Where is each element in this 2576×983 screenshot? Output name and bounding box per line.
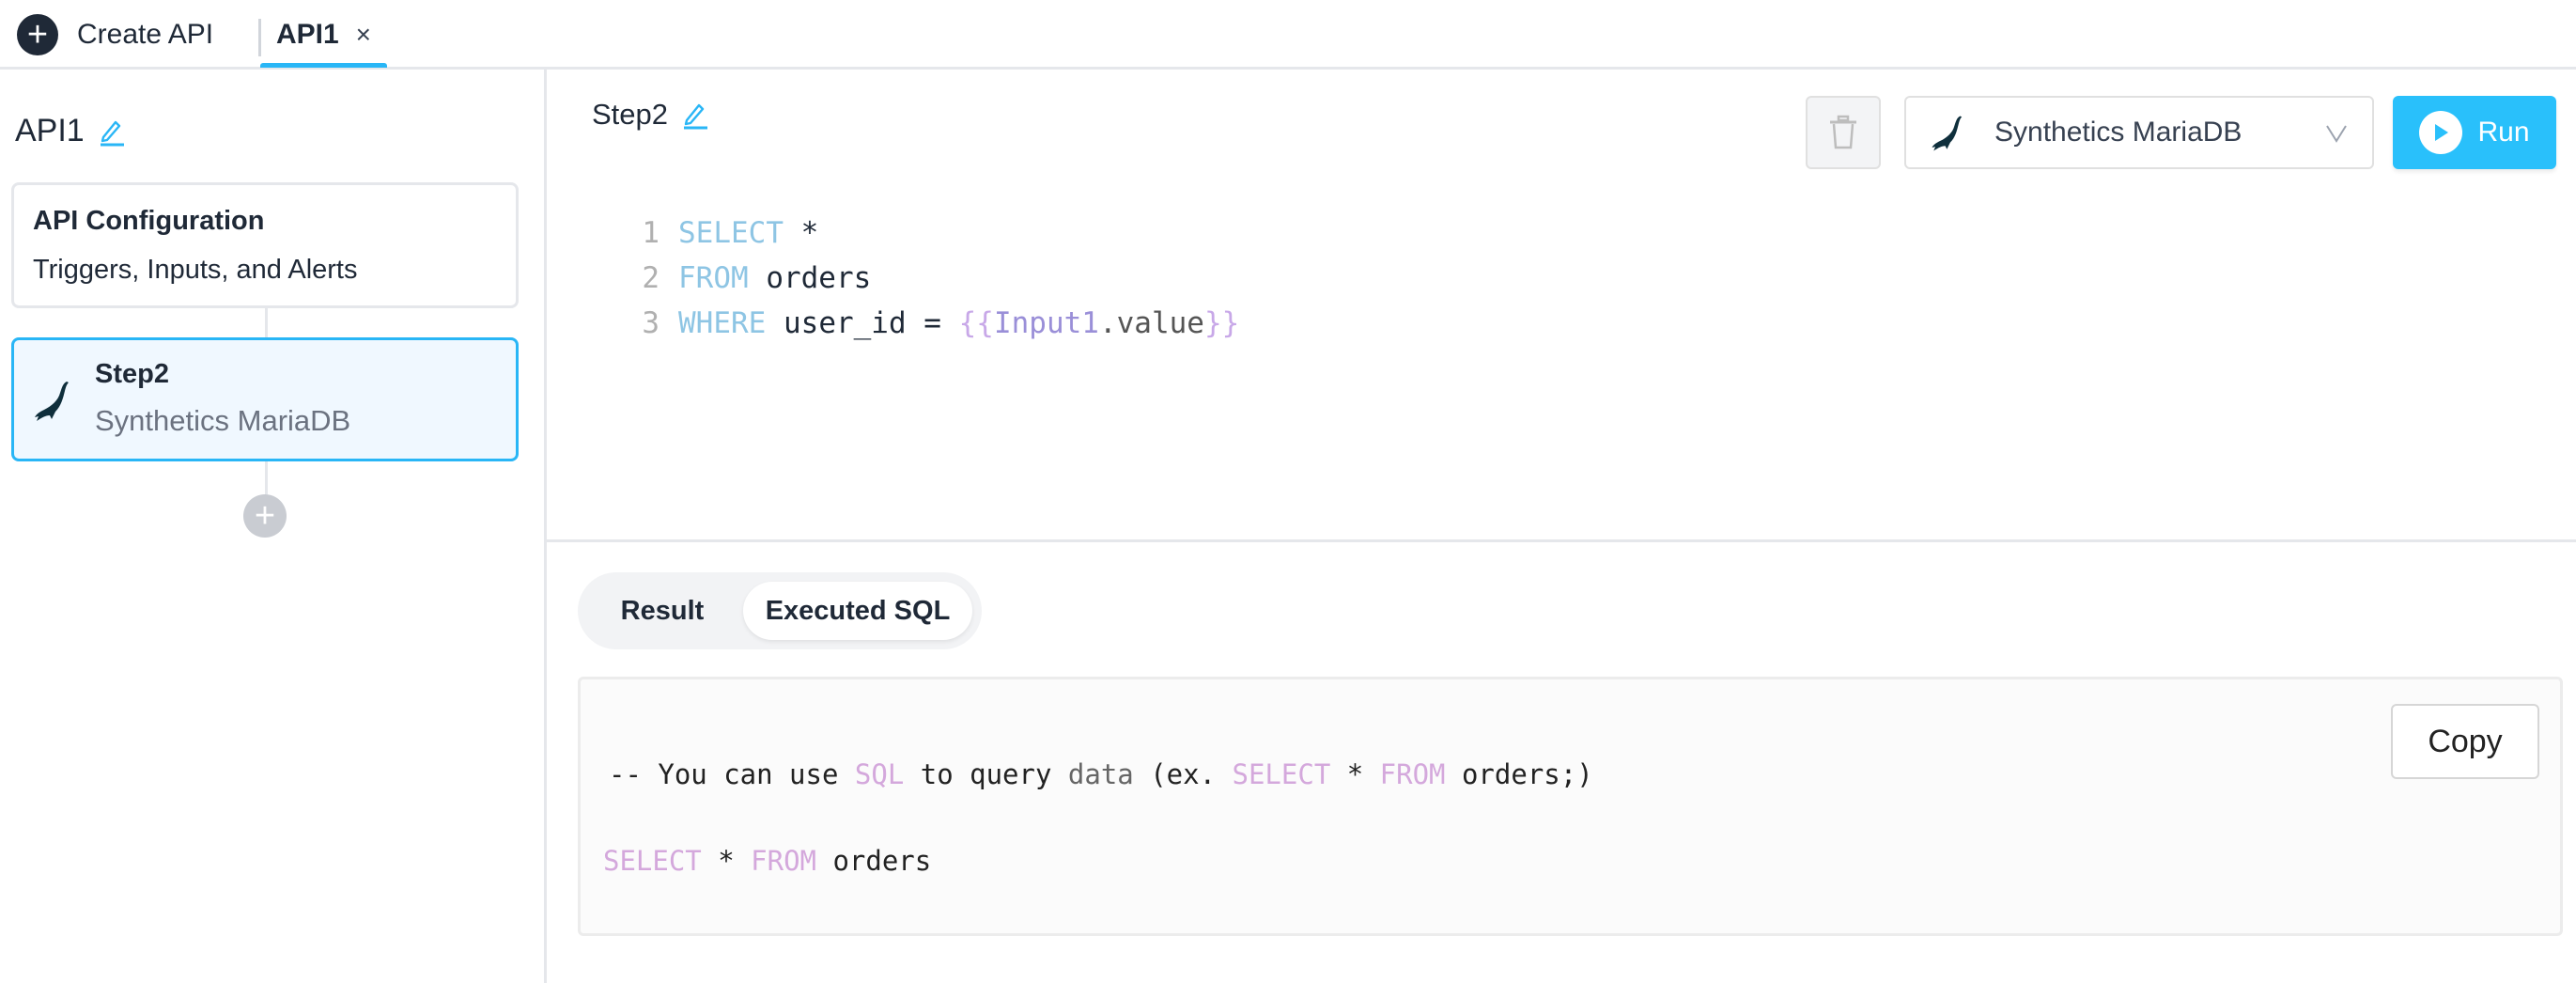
close-icon[interactable]: × <box>356 20 371 50</box>
step-connector <box>265 308 268 337</box>
copy-button[interactable]: Copy <box>2391 704 2539 779</box>
keyword: FROM <box>1379 758 1446 790</box>
sql-editor[interactable]: 1 SELECT * 2 FROM orders 3 WHERE user_id = … <box>622 211 1239 346</box>
comment-text: -- You can use <box>609 758 855 790</box>
tab-label: API1 <box>275 19 339 50</box>
trash-icon <box>1830 115 1856 149</box>
mariadb-seal-icon <box>1932 116 1963 151</box>
panel-resize-divider[interactable] <box>547 539 2576 542</box>
comment-text: * <box>1330 758 1380 790</box>
config-card-title: API Configuration <box>33 206 265 236</box>
step-title: Step2 <box>592 98 709 132</box>
keyword: SELECT <box>603 845 702 877</box>
api-configuration-card[interactable]: API Configuration Triggers, Inputs, and … <box>11 182 519 308</box>
step-card-subtitle: Synthetics MariaDB <box>95 404 351 437</box>
step-card-title: Step2 <box>95 359 169 389</box>
code-text: * <box>783 216 819 250</box>
code-text: orders <box>748 261 872 295</box>
top-bar: + Create API API1 × <box>0 0 2576 70</box>
step-connector <box>265 461 268 494</box>
edit-pencil-icon[interactable] <box>98 117 126 147</box>
create-api-label: Create API <box>77 19 214 50</box>
executed-sql-output: Copy -- You can use SQL to query data (e… <box>578 677 2563 936</box>
editor-line: 1 SELECT * <box>622 211 1239 256</box>
editor-line: 2 FROM orders <box>622 256 1239 301</box>
tab-executed-sql[interactable]: Executed SQL <box>743 582 972 640</box>
datasource-label: Synthetics MariaDB <box>1994 117 2242 148</box>
keyword: SELECT <box>678 216 784 250</box>
line-number: 2 <box>642 261 660 295</box>
tab-api1[interactable]: API1 × <box>260 0 387 70</box>
binding-variable: Input1 <box>993 306 1099 340</box>
comment-text: orders;) <box>1445 758 1593 790</box>
sidebar: API1 API Configuration Triggers, Inputs,… <box>0 70 547 983</box>
step-title-text: Step2 <box>592 98 669 131</box>
tab-result[interactable]: Result <box>587 582 737 640</box>
code-text: orders <box>816 845 932 877</box>
api-title-text: API1 <box>15 113 85 148</box>
chevron-down-icon <box>2326 125 2347 143</box>
comment-text: to query <box>904 758 1068 790</box>
delete-step-button[interactable] <box>1806 96 1881 169</box>
result-tabs: Result Executed SQL <box>578 572 982 649</box>
run-label: Run <box>2477 117 2530 148</box>
main-panel: Step2 Synthetics MariaDB Run 1 SELECT * 2… <box>547 70 2576 983</box>
keyword: WHERE <box>678 306 767 340</box>
create-api-button[interactable]: + Create API <box>17 13 213 56</box>
run-button[interactable]: Run <box>2393 96 2556 169</box>
binding-property: .value <box>1098 306 1204 340</box>
keyword: FROM <box>751 845 816 877</box>
edit-pencil-icon[interactable] <box>681 100 709 130</box>
add-step-button[interactable]: + <box>243 494 287 538</box>
keyword: SQL <box>854 758 905 790</box>
output-comment-line: -- You can use SQL to query data (ex. SE… <box>609 758 1593 790</box>
code-text: user_id = <box>766 306 959 340</box>
line-number: 3 <box>642 306 660 340</box>
binding-open: {{ <box>958 306 994 340</box>
datasource-select[interactable]: Synthetics MariaDB <box>1904 96 2374 169</box>
config-card-subtitle: Triggers, Inputs, and Alerts <box>33 255 358 285</box>
mariadb-seal-icon <box>35 382 69 421</box>
play-icon <box>2419 111 2463 154</box>
plus-icon: + <box>17 14 58 55</box>
api-title: API1 <box>15 113 126 149</box>
editor-line: 3 WHERE user_id = {{Input1 .value}} <box>622 301 1239 346</box>
keyword: SELECT <box>1232 758 1331 790</box>
code-text: * <box>701 845 752 877</box>
keyword: FROM <box>678 261 749 295</box>
comment-word: data <box>1067 758 1134 790</box>
step-card-step2[interactable]: Step2 Synthetics MariaDB <box>11 337 519 461</box>
binding-close: }} <box>1203 306 1240 340</box>
comment-text: (ex. <box>1133 758 1233 790</box>
line-number: 1 <box>642 216 660 250</box>
output-sql-line: SELECT * FROM orders <box>603 845 931 877</box>
active-tab-indicator <box>260 63 387 68</box>
